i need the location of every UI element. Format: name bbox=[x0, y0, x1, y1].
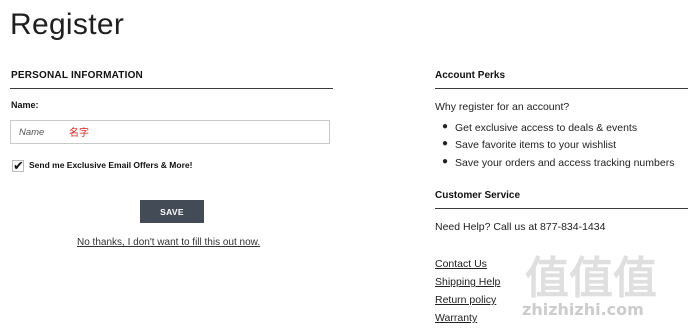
page-title: Register bbox=[10, 8, 125, 41]
name-placeholder: Name bbox=[19, 127, 45, 138]
email-offers-checkbox[interactable]: ✔ bbox=[12, 158, 24, 173]
name-input[interactable]: Name 名字 bbox=[10, 120, 330, 144]
name-annotation: 名字 bbox=[69, 128, 89, 139]
customer-service-heading: Customer Service bbox=[435, 190, 521, 201]
perk-item: Save your orders and access tracking num… bbox=[455, 157, 675, 169]
bullet-icon: ● bbox=[442, 138, 449, 149]
bullet-icon: ● bbox=[442, 121, 449, 132]
bullet-icon: ● bbox=[442, 156, 449, 167]
customer-service-divider bbox=[435, 208, 688, 209]
name-label: Name: bbox=[11, 100, 39, 110]
contact-us-link[interactable]: Contact Us bbox=[435, 258, 487, 270]
watermark-text: zhizhizhi.com bbox=[522, 300, 644, 319]
account-perks-divider bbox=[435, 88, 688, 89]
perk-item: Save favorite items to your wishlist bbox=[455, 139, 617, 151]
help-phone-text: Need Help? Call us at 877-834-1434 bbox=[435, 221, 606, 233]
return-policy-link[interactable]: Return policy bbox=[435, 294, 496, 306]
save-button[interactable]: SAVE bbox=[140, 200, 204, 223]
perks-intro: Why register for an account? bbox=[435, 101, 570, 113]
personal-info-heading: PERSONAL INFORMATION bbox=[11, 70, 143, 81]
no-thanks-link[interactable]: No thanks, I don't want to fill this out… bbox=[77, 237, 260, 248]
account-perks-heading: Account Perks bbox=[435, 70, 506, 81]
email-offers-label[interactable]: Send me Exclusive Email Offers & More! bbox=[29, 160, 192, 170]
shipping-help-link[interactable]: Shipping Help bbox=[435, 276, 500, 288]
warranty-link[interactable]: Warranty bbox=[435, 312, 477, 324]
checkmark-icon: ✔ bbox=[13, 158, 24, 173]
perk-item: Get exclusive access to deals & events bbox=[455, 122, 638, 134]
watermark-logo: 值值值 bbox=[525, 253, 657, 304]
personal-info-divider bbox=[10, 88, 333, 89]
